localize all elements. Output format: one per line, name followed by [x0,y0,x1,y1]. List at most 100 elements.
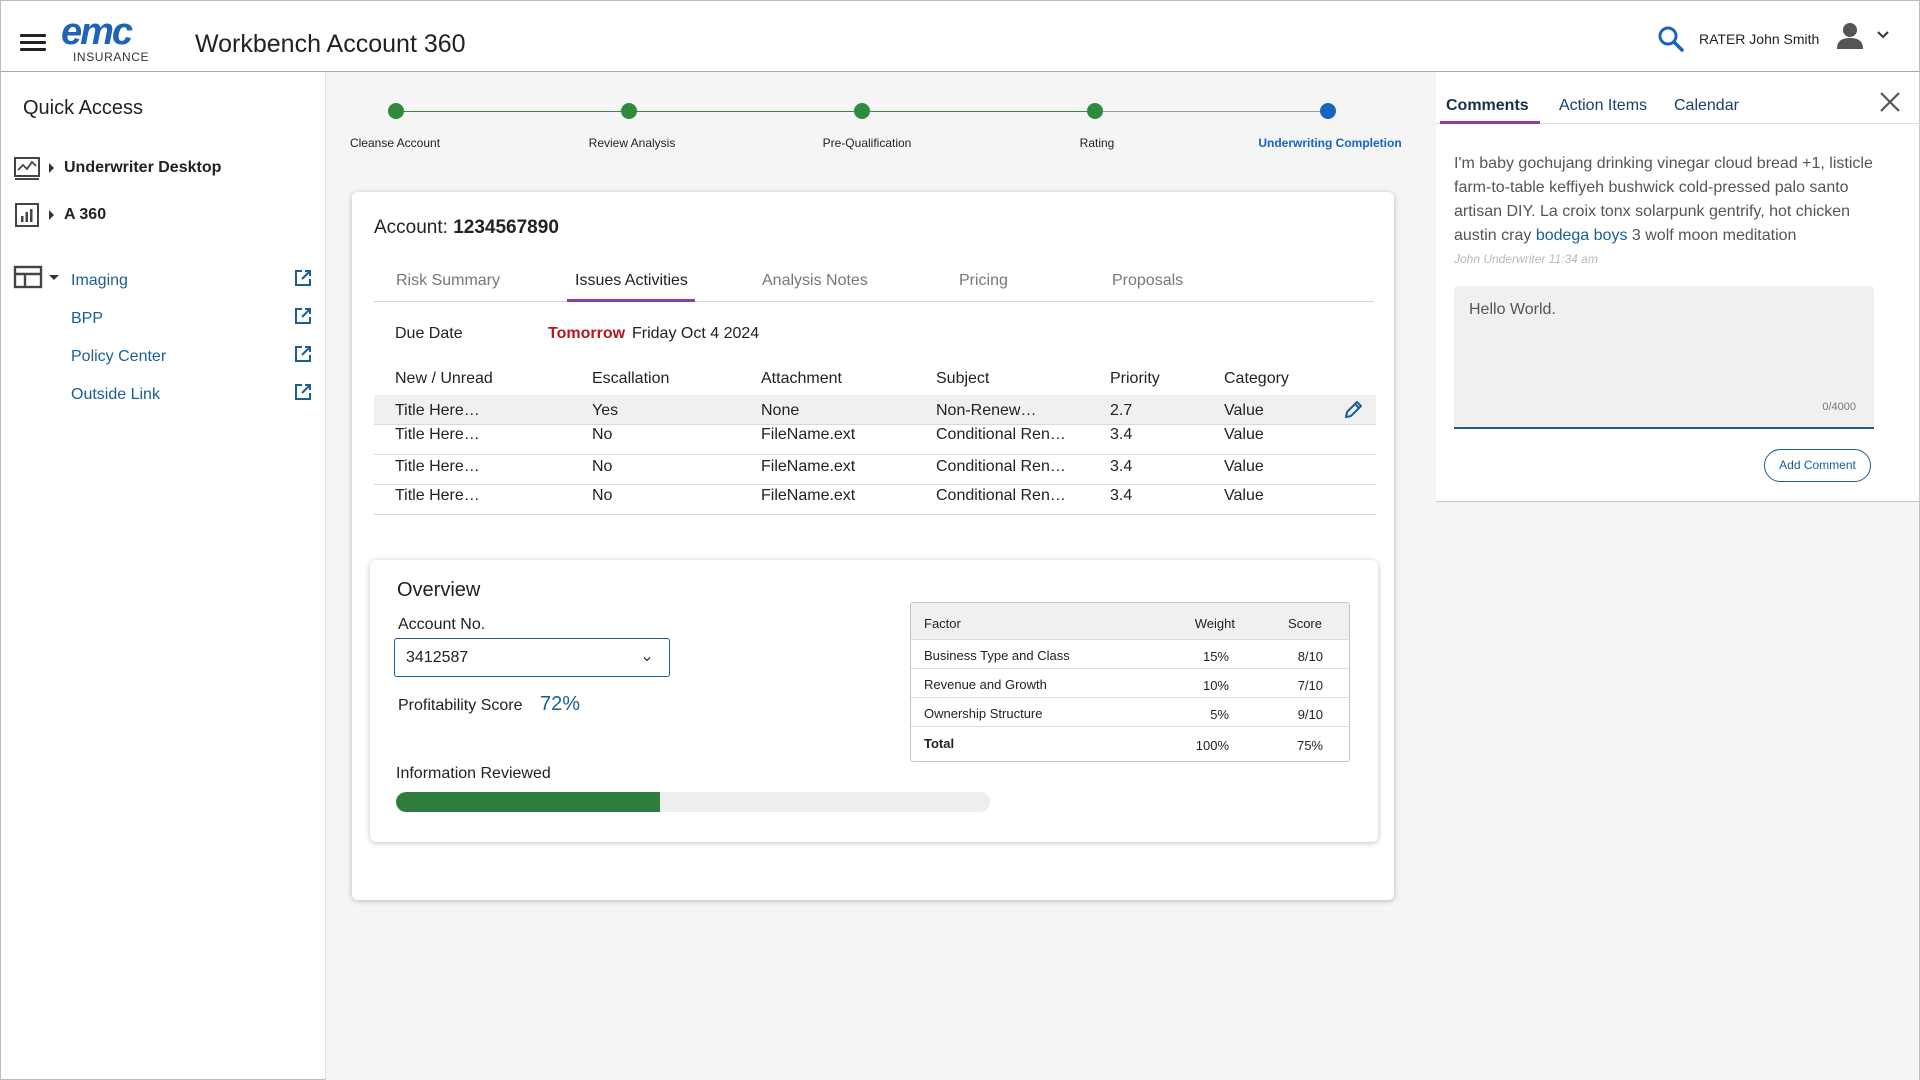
logo-subtitle: INSURANCE [73,50,150,64]
column-header[interactable]: Subject [936,370,989,388]
logo-mark: emc [61,11,133,53]
step-dot-review-analysis[interactable] [621,103,637,119]
cell-attachment: FileName.ext [761,458,856,475]
emc-insurance-logo[interactable]: emc INSURANCE [61,11,165,64]
table-row[interactable]: Title Here… No FileName.ext Conditional … [374,425,1376,455]
account-no-select[interactable]: 3412587 [394,638,670,677]
table-row[interactable]: Title Here… No FileName.ext Conditional … [374,455,1376,485]
column-header[interactable]: Attachment [761,370,842,388]
column-header[interactable]: Category [1224,370,1289,388]
app-header: emc INSURANCE Workbench Account 360 RATE… [0,0,1920,72]
cell-attachment: FileName.ext [761,426,856,443]
char-counter: 0/4000 [1822,401,1856,413]
comment-input[interactable]: Hello World. 0/4000 [1454,286,1874,429]
hamburger-menu-icon[interactable] [20,34,46,52]
cell-title: Title Here… [395,487,480,504]
column-header[interactable]: Escallation [592,370,669,388]
tab-proposals[interactable]: Proposals [1112,272,1183,290]
sidebar-link-imaging[interactable]: Imaging [71,272,128,290]
step-label[interactable]: Rating [1080,136,1115,150]
cell-subject: Non-Renew… [936,402,1037,419]
account-no-label: Account No. [398,616,486,633]
caret-down-icon[interactable] [49,274,59,280]
factor-score: 8/10 [1297,649,1323,664]
tab-issues-activities[interactable]: Issues Activities [575,272,688,290]
tab-comments[interactable]: Comments [1446,97,1529,115]
comments-card: Comments Action Items Calendar I'm baby … [1436,72,1920,502]
cell-title: Title Here… [395,402,480,419]
caret-right-icon[interactable] [49,163,54,173]
column-header: Weight [1194,616,1235,631]
tab-risk-summary[interactable]: Risk Summary [396,272,500,290]
page-title: Workbench Account 360 [195,30,466,58]
sidebar-link-bpp[interactable]: BPP [71,310,103,328]
profitability-value: 72% [540,693,581,715]
active-tab-indicator [1440,121,1540,124]
factor-score: 75% [1296,738,1323,753]
column-header: Score [1288,616,1322,631]
sidebar-item-a360[interactable]: A 360 [13,200,106,230]
column-header[interactable]: Priority [1110,370,1160,388]
cell-category: Value [1224,402,1264,419]
sidebar-title: Quick Access [23,97,144,119]
main-content: Cleanse Account Review Analysis Pre-Qual… [326,72,1436,1080]
comment-link[interactable]: bodega boys [1536,227,1628,244]
close-icon[interactable] [1878,90,1902,114]
step-label[interactable]: Review Analysis [589,136,676,150]
tab-pricing[interactable]: Pricing [959,272,1008,290]
step-label[interactable]: Cleanse Account [350,136,440,150]
step-label[interactable]: Pre-Qualification [823,136,912,150]
bar-chart-icon [13,202,41,228]
user-name: RATER John Smith [1699,31,1820,47]
table-row[interactable]: Title Here… Yes None Non-Renew… 2.7 Valu… [374,395,1376,425]
overview-panel: Overview Account No. 3412587 Profitabili… [370,560,1378,842]
cell-escalation: Yes [592,402,619,419]
cell-attachment: FileName.ext [761,487,856,504]
cell-escalation: No [592,458,613,475]
cell-subject: Conditional Ren… [936,458,1066,475]
progress-fill [396,792,661,812]
external-link-icon[interactable] [293,306,313,326]
sidebar-item-label: A 360 [64,206,107,223]
add-comment-button[interactable]: Add Comment [1764,449,1871,482]
tab-analysis-notes[interactable]: Analysis Notes [762,272,868,290]
account-title: Account: 1234567890 [374,217,559,239]
chevron-down-icon[interactable] [1875,27,1891,43]
external-link-icon[interactable] [293,344,313,364]
step-label[interactable]: Underwriting Completion [1258,136,1401,150]
cell-category: Value [1224,426,1264,443]
external-link-icon[interactable] [293,382,313,402]
column-header[interactable]: New / Unread [395,370,493,388]
cell-priority: 3.4 [1110,487,1133,504]
external-link-icon[interactable] [293,268,313,288]
table-header-row: Factor Weight Score [911,603,1349,640]
pencil-icon[interactable] [1342,399,1364,421]
step-dot-underwriting-completion[interactable] [1320,103,1336,119]
step-connector [1095,111,1328,112]
step-dot-pre-qualification[interactable] [854,103,870,119]
desktop-chart-icon [13,155,41,181]
sidebar-link-policy-center[interactable]: Policy Center [71,348,166,366]
sidebar-item-underwriter-desktop[interactable]: Underwriter Desktop [13,153,221,183]
search-icon[interactable] [1657,25,1685,53]
cell-title: Title Here… [395,458,480,475]
table-row[interactable]: Title Here… No FileName.ext Conditional … [374,485,1376,515]
user-avatar-icon[interactable] [1835,21,1865,51]
tab-calendar[interactable]: Calendar [1674,97,1739,115]
factor-weight: 15% [1202,649,1229,664]
cell-priority: 3.4 [1110,426,1133,443]
step-dot-rating[interactable] [1087,103,1103,119]
due-date-tag: Tomorrow [548,325,626,342]
sidebar-link-outside-link[interactable]: Outside Link [71,386,160,404]
step-dot-cleanse-account[interactable] [388,103,404,119]
comment-input-value: Hello World. [1469,301,1556,318]
caret-right-icon[interactable] [49,210,54,220]
dashboard-layout-icon [13,264,43,290]
comment-body: I'm baby gochujang drinking vinegar clou… [1454,152,1894,248]
step-connector [629,111,862,112]
account-label: Account: [374,217,448,238]
step-connector [396,111,629,112]
cell-subject: Conditional Ren… [936,487,1066,504]
tab-action-items[interactable]: Action Items [1559,97,1647,115]
sidebar-group-toggle[interactable] [13,262,59,292]
